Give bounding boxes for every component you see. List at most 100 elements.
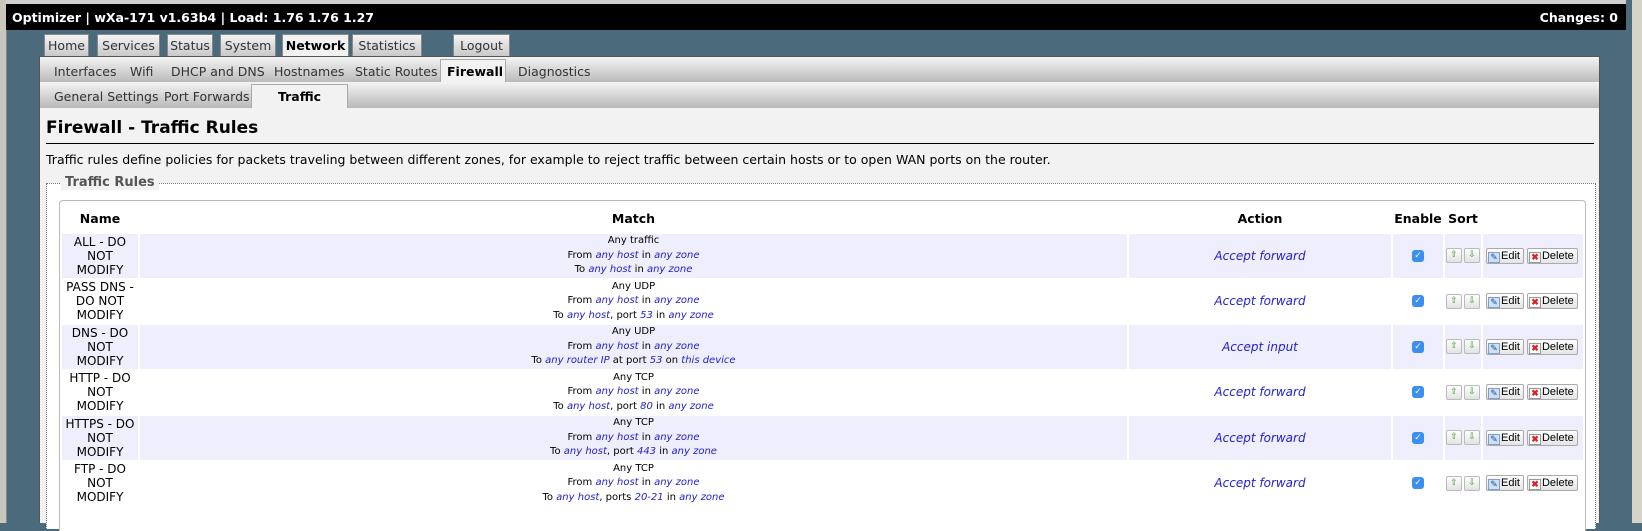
match-text: From xyxy=(567,295,596,306)
delete-button[interactable]: ✖ Delete xyxy=(1526,338,1578,355)
action-value: Accept forward xyxy=(1214,248,1306,263)
submenu-dhcp-dns[interactable]: DHCP and DNS xyxy=(165,61,271,83)
match-value: any host xyxy=(595,340,639,352)
enable-checkbox[interactable]: ✓ xyxy=(1412,477,1424,490)
changes-counter[interactable]: Changes: 0 xyxy=(1540,10,1618,25)
rules-table-container: Name Match Action Enable Sort ALL - DO N… xyxy=(59,200,1586,531)
match-value: any zone xyxy=(646,264,693,275)
action-value: Accept forward xyxy=(1214,385,1306,400)
match-text: To xyxy=(553,309,567,321)
rule-action: Accept forward xyxy=(1129,279,1391,323)
edit-button[interactable]: ✎ Edit xyxy=(1486,293,1524,310)
edit-label: Edit xyxy=(1501,386,1520,399)
rule-sort-cell: ⇧ ⇩ xyxy=(1445,279,1481,323)
move-up-icon[interactable]: ⇧ xyxy=(1446,384,1462,400)
match-text: To xyxy=(574,264,589,275)
table-row: HTTP - DO NOT MODIFY Any TCP From any host… xyxy=(62,370,1583,415)
page-title: Firewall - Traffic Rules xyxy=(46,118,259,138)
rule-ops-cell: ✎ Edit ✖ Delete xyxy=(1483,370,1583,414)
enable-checkbox[interactable]: ✓ xyxy=(1412,340,1424,353)
move-down-icon[interactable]: ⇩ xyxy=(1464,293,1480,309)
section-legend: Traffic Rules xyxy=(61,175,159,190)
match-text: in xyxy=(638,431,655,443)
title-divider xyxy=(46,143,1594,144)
header-ops xyxy=(1483,205,1583,232)
delete-button[interactable]: ✖ Delete xyxy=(1526,247,1578,264)
enable-checkbox[interactable]: ✓ xyxy=(1412,295,1424,308)
match-to: To any host, port 80 in any zone xyxy=(140,400,1127,415)
move-up-icon[interactable]: ⇧ xyxy=(1446,475,1462,491)
tab-status[interactable]: Status xyxy=(167,34,213,56)
match-value: this device xyxy=(681,355,736,366)
move-up-icon[interactable]: ⇧ xyxy=(1446,430,1462,446)
match-value: any zone xyxy=(654,295,700,306)
move-up-icon[interactable]: ⇧ xyxy=(1446,339,1462,355)
move-down-icon[interactable]: ⇩ xyxy=(1464,384,1480,400)
move-down-icon[interactable]: ⇩ xyxy=(1464,475,1480,491)
delete-button[interactable]: ✖ Delete xyxy=(1526,475,1578,492)
delete-button[interactable]: ✖ Delete xyxy=(1526,293,1578,310)
delete-icon: ✖ xyxy=(1528,433,1541,445)
move-down-icon[interactable]: ⇩ xyxy=(1464,248,1480,264)
rule-enable-cell: ✓ xyxy=(1393,325,1443,369)
tab-system[interactable]: System xyxy=(220,34,276,56)
submenu-port-forwards[interactable]: Port Forwards xyxy=(158,86,256,108)
match-text: , ports xyxy=(599,491,635,503)
submenu-general-settings[interactable]: General Settings xyxy=(48,86,165,108)
submenu-static-routes[interactable]: Static Routes xyxy=(349,61,444,83)
tab-network[interactable]: Network xyxy=(282,34,349,58)
match-value: any zone xyxy=(671,446,717,457)
delete-button[interactable]: ✖ Delete xyxy=(1526,384,1578,401)
rule-match: Any TCP From any host in any zone To any h… xyxy=(140,416,1127,460)
rule-sort-cell: ⇧ ⇩ xyxy=(1445,325,1481,369)
enable-checkbox[interactable]: ✓ xyxy=(1412,386,1424,399)
edit-button[interactable]: ✎ Edit xyxy=(1486,338,1524,355)
match-text: To xyxy=(542,491,557,503)
match-text: From xyxy=(567,340,596,352)
delete-button[interactable]: ✖ Delete xyxy=(1526,429,1578,446)
submenu-traffic-rules[interactable]: Traffic Rules xyxy=(251,84,348,128)
table-row: PASS DNS - DO NOT MODIFY Any UDP From any … xyxy=(62,279,1583,323)
enable-checkbox[interactable]: ✓ xyxy=(1412,249,1424,262)
move-up-icon[interactable]: ⇧ xyxy=(1446,293,1462,309)
submenu-firewall[interactable]: Firewall xyxy=(440,59,506,84)
match-protocol: Any UDP xyxy=(611,280,656,292)
delete-label: Delete xyxy=(1541,340,1574,353)
submenu-diagnostics[interactable]: Diagnostics xyxy=(512,61,597,83)
enable-checkbox[interactable]: ✓ xyxy=(1412,431,1424,444)
match-text: in xyxy=(638,295,655,306)
move-up-icon[interactable]: ⇧ xyxy=(1446,248,1462,264)
match-text: in xyxy=(638,477,655,488)
submenu-interfaces[interactable]: Interfaces xyxy=(48,61,122,83)
tab-services[interactable]: Services xyxy=(97,34,160,56)
rule-ops-cell: ✎ Edit ✖ Delete xyxy=(1483,325,1583,369)
rule-action: Accept forward xyxy=(1129,370,1391,414)
edit-button[interactable]: ✎ Edit xyxy=(1486,475,1524,492)
rules-table: Name Match Action Enable Sort ALL - DO N… xyxy=(60,203,1585,507)
delete-icon: ✖ xyxy=(1528,388,1541,400)
match-text: , port xyxy=(610,309,641,321)
header-title: Optimizer | wXa-171 v1.63b4 | Load: 1.76… xyxy=(12,10,374,25)
edit-button[interactable]: ✎ Edit xyxy=(1486,247,1524,264)
page-description: Traffic rules define policies for packet… xyxy=(46,152,1051,167)
submenu-hostnames[interactable]: Hostnames xyxy=(268,61,350,83)
tab-home[interactable]: Home xyxy=(44,34,89,56)
table-row: FTP - DO NOT MODIFY Any TCP From any host … xyxy=(62,461,1583,505)
traffic-rules-section: Traffic Rules Name Match Action Enable S… xyxy=(46,175,1596,531)
tab-statistics[interactable]: Statistics xyxy=(352,34,422,56)
delete-icon: ✖ xyxy=(1528,342,1541,354)
move-down-icon[interactable]: ⇩ xyxy=(1464,430,1480,446)
header-enable: Enable xyxy=(1394,211,1442,226)
move-down-icon[interactable]: ⇩ xyxy=(1464,339,1480,355)
match-text: in xyxy=(638,249,655,261)
submenu-wifi[interactable]: Wifi xyxy=(124,61,159,83)
match-value: 80 xyxy=(640,400,653,412)
delete-label: Delete xyxy=(1541,295,1574,308)
edit-button[interactable]: ✎ Edit xyxy=(1486,429,1524,446)
header-action: Action xyxy=(1237,211,1283,226)
match-protocol: Any traffic xyxy=(607,235,660,246)
match-from: From any host in any zone xyxy=(140,431,1127,446)
rules-table-body: ALL - DO NOT MODIFY Any traffic From any h… xyxy=(62,234,1583,505)
edit-button[interactable]: ✎ Edit xyxy=(1486,384,1524,401)
tab-logout[interactable]: Logout xyxy=(453,34,510,56)
